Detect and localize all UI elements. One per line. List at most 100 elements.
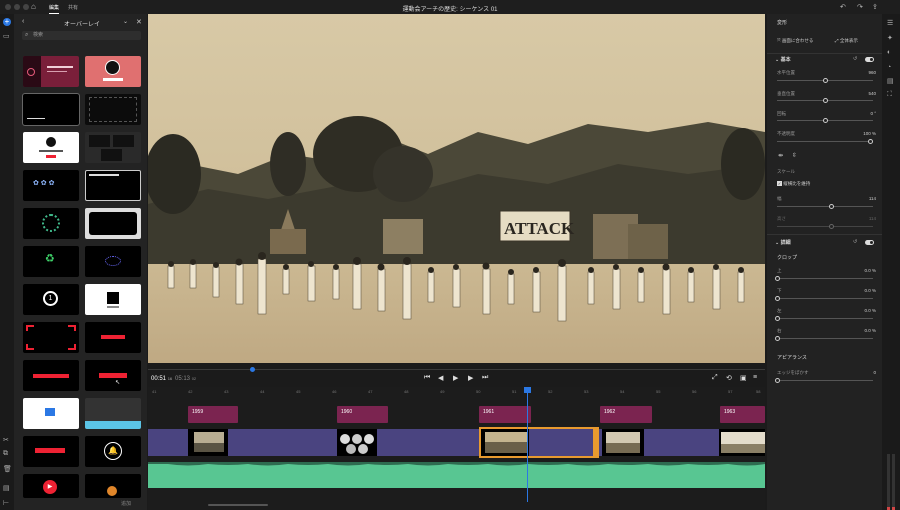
crop-right-value[interactable]: 0.0 % — [864, 328, 876, 333]
crop-left-value[interactable]: 0.0 % — [864, 308, 876, 313]
opacity-slider[interactable] — [777, 139, 873, 144]
crop-top-value[interactable]: 0.0 % — [864, 268, 876, 273]
overlay-thumb[interactable] — [85, 398, 141, 429]
menu-icon[interactable]: ≡ — [753, 374, 757, 381]
video-clip[interactable] — [602, 429, 644, 456]
playhead-handle[interactable] — [524, 387, 531, 393]
time-ruler[interactable]: 41 42 43 44 45 46 47 48 49 50 51 52 53 5… — [148, 387, 765, 399]
play-icon[interactable]: ▶ — [453, 374, 458, 382]
back-icon[interactable]: ‹ — [22, 18, 24, 25]
scrubber-handle[interactable] — [250, 367, 255, 372]
crop-bottom-slider[interactable] — [775, 296, 873, 301]
speed-icon[interactable]: ◔ — [887, 64, 891, 71]
text-icon[interactable]: ▤ — [887, 77, 894, 85]
video-clip[interactable] — [719, 429, 765, 456]
selected-video-clip[interactable] — [479, 427, 599, 458]
rotation-value[interactable]: 0 ° — [870, 111, 876, 116]
slider-handle[interactable] — [823, 98, 828, 103]
slider-handle[interactable] — [823, 78, 828, 83]
overlay-thumb[interactable] — [85, 246, 141, 277]
reset-icon[interactable]: ↺ — [853, 239, 857, 245]
edge-blur-value[interactable]: 0 — [873, 370, 876, 375]
overlay-thumb[interactable] — [85, 208, 141, 239]
title-clip[interactable]: 1963 — [720, 406, 765, 423]
overlay-thumb[interactable]: 🔔 — [85, 436, 141, 467]
h-position-slider[interactable] — [777, 78, 873, 83]
reset-icon[interactable]: ↺ — [853, 56, 857, 62]
fullscreen-icon[interactable]: ⤢ — [712, 374, 718, 382]
width-value[interactable]: 114 — [869, 196, 876, 201]
undo-icon[interactable]: ↶ — [840, 3, 846, 11]
slider-handle[interactable] — [868, 139, 873, 144]
captions-icon[interactable]: ▤ — [3, 484, 10, 492]
width-slider[interactable] — [777, 204, 873, 209]
overlay-thumb[interactable] — [23, 360, 79, 391]
add-media-button[interactable]: + — [3, 18, 11, 26]
title-clip[interactable]: 1960 — [337, 406, 388, 423]
playhead[interactable] — [524, 387, 531, 502]
export-icon[interactable]: ⇪ — [872, 3, 878, 11]
keep-ratio-checkbox[interactable]: ✓ 縦横比を維持 — [777, 181, 810, 187]
preview-scrubber[interactable] — [148, 367, 765, 372]
overlay-thumb[interactable]: ♻ — [23, 246, 79, 277]
slider-handle[interactable] — [775, 316, 780, 321]
video-preview[interactable]: ATTACK — [148, 14, 765, 374]
overlay-thumb[interactable]: ▶ — [23, 474, 79, 498]
overlay-thumb[interactable]: ↖ — [85, 360, 141, 391]
crop-bottom-value[interactable]: 0.0 % — [864, 288, 876, 293]
v-position-slider[interactable] — [777, 98, 873, 103]
v-position-value[interactable]: 540 — [868, 91, 876, 96]
overlay-thumb[interactable] — [85, 132, 141, 163]
timeline-scrollbar[interactable] — [208, 504, 268, 506]
flip-horizontal-icon[interactable]: ⇹ — [778, 152, 783, 159]
fit-screen-button[interactable]: ⤧ 画面に合わせる — [777, 38, 813, 44]
search-input[interactable]: ⌕ 検索 — [22, 31, 141, 40]
overlay-thumb[interactable] — [85, 94, 141, 125]
basic-section-header[interactable]: ⌄ 基本 — [775, 56, 791, 63]
crop-top-slider[interactable] — [775, 276, 873, 281]
transform-icon[interactable]: ⛶ — [887, 91, 892, 99]
slider-handle[interactable] — [775, 276, 780, 281]
overlay-thumb[interactable] — [85, 322, 141, 353]
overlay-thumb[interactable] — [23, 132, 79, 163]
effects-icon[interactable]: ✦ — [887, 34, 893, 42]
timeline[interactable]: 41 42 43 44 45 46 47 48 49 50 51 52 53 5… — [148, 387, 765, 510]
delete-icon[interactable]: 🗑 — [3, 465, 12, 473]
slider-handle[interactable] — [775, 378, 780, 383]
overlay-thumb[interactable] — [23, 436, 79, 467]
slider-handle[interactable] — [775, 296, 780, 301]
crop-left-slider[interactable] — [775, 316, 873, 321]
track-icon[interactable]: ⊢ — [3, 499, 9, 507]
audio-track[interactable] — [148, 462, 765, 488]
video-clip[interactable] — [337, 429, 377, 456]
overlay-thumb[interactable]: 1 — [23, 284, 79, 315]
flip-vertical-icon[interactable]: ⇳ — [792, 152, 797, 159]
slider-handle[interactable] — [775, 336, 780, 341]
overlay-thumb[interactable] — [23, 322, 79, 353]
h-position-value[interactable]: 960 — [868, 70, 876, 75]
overlay-thumb[interactable] — [22, 93, 80, 126]
video-track[interactable] — [148, 429, 765, 456]
title-clip[interactable]: 1962 — [600, 406, 652, 423]
basic-toggle[interactable] — [865, 57, 874, 62]
skip-forward-icon[interactable]: ⏭ — [482, 374, 488, 382]
overlay-thumb[interactable] — [85, 284, 141, 315]
properties-icon[interactable]: ☰ — [887, 19, 893, 27]
overlay-thumb[interactable] — [23, 56, 79, 87]
close-icon[interactable]: ✕ — [136, 18, 142, 26]
title-clip[interactable]: 1961 — [479, 406, 531, 423]
redo-icon[interactable]: ↷ — [857, 3, 863, 11]
overlay-thumb[interactable] — [23, 398, 79, 429]
title-clip[interactable]: 1959 — [188, 406, 238, 423]
step-back-icon[interactable]: ◀ — [438, 374, 443, 382]
chevron-down-icon[interactable]: ⌄ — [123, 18, 128, 25]
slider-handle[interactable] — [823, 118, 828, 123]
overlay-thumb[interactable]: ✿ ✿ ✿ — [23, 170, 79, 201]
detail-toggle[interactable] — [865, 240, 874, 245]
detail-section-header[interactable]: ⌄ 詳細 — [775, 239, 791, 246]
color-icon[interactable]: ◐ — [887, 49, 891, 56]
edge-blur-slider[interactable] — [775, 378, 873, 383]
opacity-value[interactable]: 100 % — [863, 131, 876, 136]
slider-handle[interactable] — [829, 204, 834, 209]
overlay-thumb[interactable] — [85, 56, 141, 87]
